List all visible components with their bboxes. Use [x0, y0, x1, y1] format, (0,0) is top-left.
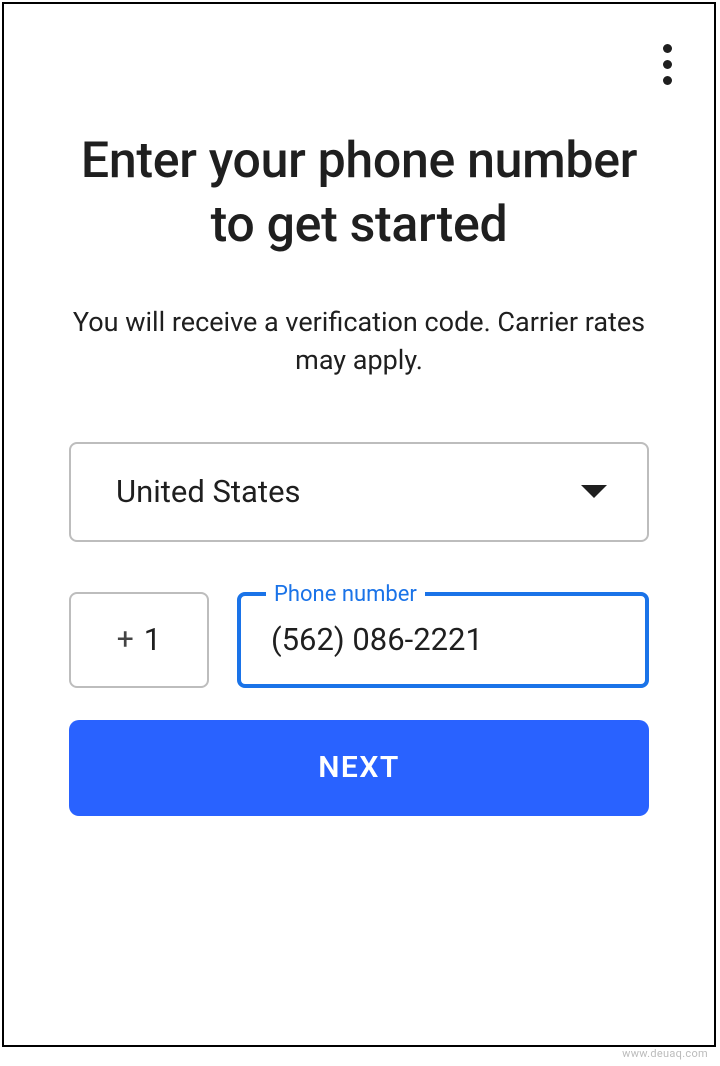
phone-input-label: Phone number: [266, 582, 425, 607]
content-area: Enter your phone number to get started Y…: [4, 129, 714, 816]
app-frame: Enter your phone number to get started Y…: [2, 2, 716, 1047]
phone-input-container[interactable]: Phone number: [237, 592, 649, 688]
country-select-value: United States: [116, 473, 301, 510]
page-subtitle: You will receive a verification code. Ca…: [69, 304, 649, 380]
country-select-dropdown[interactable]: United States: [69, 442, 649, 542]
country-code-box: + 1: [69, 592, 209, 688]
phone-input-row: + 1 Phone number: [69, 592, 649, 688]
plus-icon: +: [117, 622, 134, 657]
phone-input-wrapper: Phone number: [237, 592, 649, 688]
more-vert-icon: [663, 44, 672, 53]
next-button[interactable]: NEXT: [69, 720, 649, 816]
page-title: Enter your phone number to get started: [69, 129, 649, 257]
chevron-down-icon: [581, 485, 607, 498]
more-vert-icon: [663, 76, 672, 85]
watermark-text: www.deuaq.com: [622, 1047, 708, 1060]
country-code-value: 1: [144, 621, 161, 658]
more-vert-icon: [663, 60, 672, 69]
overflow-menu-button[interactable]: [663, 44, 672, 85]
phone-number-input[interactable]: [271, 596, 615, 684]
